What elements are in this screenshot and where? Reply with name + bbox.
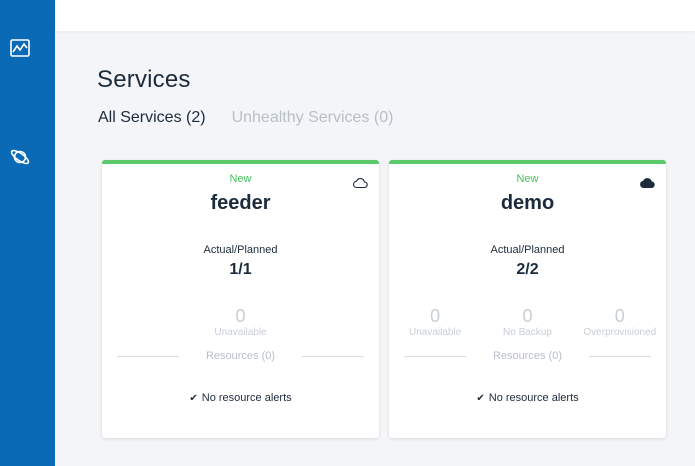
cloud-outline-icon [352, 176, 368, 189]
metrics: 0 Unavailable [102, 306, 379, 338]
metric-value: 0 [522, 306, 533, 326]
metric-label: Overprovisioned [583, 327, 657, 338]
metrics: 0 Unavailable 0 No Backup 0 Overprovisio… [389, 306, 666, 338]
metric-unavailable: 0 Unavailable [390, 306, 480, 338]
actual-planned-label: Actual/Planned [490, 244, 565, 256]
actual-planned-value: 1/1 [229, 261, 252, 278]
metric-label: Unavailable [214, 327, 267, 338]
service-tabs: All Services (2) Unhealthy Services (0) [98, 109, 393, 127]
cloud-filled-icon [639, 176, 655, 188]
divider-line [589, 355, 651, 357]
check-icon: ✔ [189, 393, 198, 404]
page-title: Services [97, 66, 191, 93]
resources-label[interactable]: Resources (0) [466, 350, 589, 362]
tab-unhealthy-services[interactable]: Unhealthy Services (0) [232, 109, 394, 127]
metric-label: No Backup [503, 327, 552, 338]
planet-icon[interactable] [9, 146, 31, 168]
divider-line [404, 355, 466, 357]
service-card-demo[interactable]: New demo Actual/Planned 2/2 0 Unavailabl… [389, 160, 666, 438]
resource-alerts: ✔ No resource alerts [102, 392, 379, 404]
resources-label[interactable]: Resources (0) [179, 350, 302, 362]
resources-divider: Resources (0) [404, 350, 651, 362]
service-name[interactable]: feeder [102, 192, 379, 215]
alerts-text: No resource alerts [488, 392, 579, 404]
tab-all-services[interactable]: All Services (2) [98, 109, 206, 127]
check-icon: ✔ [476, 393, 485, 404]
metric-no-backup: 0 No Backup [482, 306, 572, 338]
metric-overprovisioned: 0 Overprovisioned [575, 306, 665, 338]
metric-label: Unavailable [409, 327, 462, 338]
actual-planned-value: 2/2 [516, 261, 539, 278]
divider-line [302, 355, 364, 357]
metric-value: 0 [430, 306, 441, 326]
alerts-text: No resource alerts [201, 392, 292, 404]
chart-icon[interactable] [9, 37, 31, 59]
sidebar [0, 0, 55, 466]
service-name[interactable]: demo [389, 192, 666, 215]
status-badge: New [516, 173, 539, 185]
top-bar [55, 0, 695, 31]
metric-value: 0 [614, 306, 625, 326]
status-badge: New [229, 173, 252, 185]
metric-value: 0 [235, 306, 246, 326]
resources-divider: Resources (0) [117, 350, 364, 362]
divider-line [117, 355, 179, 357]
actual-planned-label: Actual/Planned [203, 244, 278, 256]
resource-alerts: ✔ No resource alerts [389, 392, 666, 404]
service-card-feeder[interactable]: New feeder Actual/Planned 1/1 0 Unavaila… [102, 160, 379, 438]
metric-unavailable: 0 Unavailable [196, 306, 286, 338]
